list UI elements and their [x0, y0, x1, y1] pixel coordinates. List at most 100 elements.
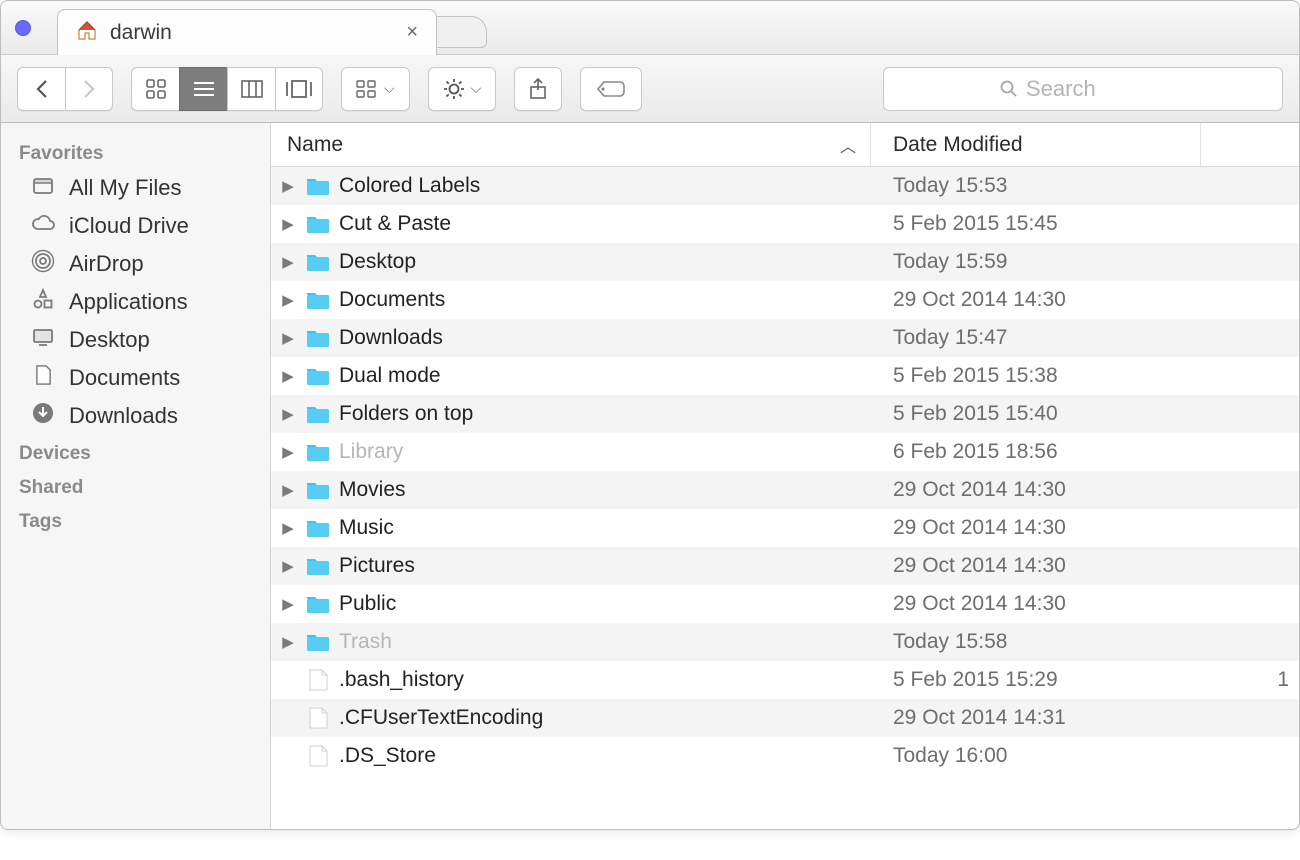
view-list-button[interactable] [179, 67, 227, 111]
tab-current[interactable]: darwin × [57, 9, 437, 55]
search-field[interactable] [883, 67, 1283, 111]
sidebar-item-desktop[interactable]: Desktop [1, 321, 270, 359]
file-name: .CFUserTextEncoding [339, 706, 543, 730]
file-row[interactable]: ▶Folders on top5 Feb 2015 15:40 [271, 395, 1299, 433]
folder-icon [305, 289, 331, 311]
file-name: Trash [339, 630, 392, 654]
file-name: .bash_history [339, 668, 464, 692]
sidebar-item-downloads[interactable]: Downloads [1, 397, 270, 435]
cloud-icon [29, 211, 57, 241]
content: Favorites All My Files iCloud Drive AirDrop… [1, 123, 1299, 829]
arrange-button[interactable]: ⌵ [341, 67, 410, 111]
file-name: Library [339, 440, 403, 464]
sidebar: Favorites All My Files iCloud Drive AirDrop… [1, 123, 271, 829]
file-row[interactable]: ▶.DS_StoreToday 16:00 [271, 737, 1299, 775]
file-row[interactable]: ▶DesktopToday 15:59 [271, 243, 1299, 281]
toolbar: ⌵ ⌵ [1, 55, 1299, 123]
close-icon[interactable]: × [406, 21, 418, 44]
file-row[interactable]: ▶Pictures29 Oct 2014 14:30 [271, 547, 1299, 585]
file-date: Today 15:53 [871, 174, 1201, 198]
file-row[interactable]: ▶Cut & Paste5 Feb 2015 15:45 [271, 205, 1299, 243]
gear-icon [443, 78, 465, 100]
nav-buttons [17, 67, 113, 111]
sidebar-item-label: All My Files [69, 175, 181, 201]
file-name: Desktop [339, 250, 416, 274]
column-name-label: Name [287, 133, 343, 157]
disclosure-triangle-icon[interactable]: ▶ [279, 595, 297, 613]
view-columns-button[interactable] [227, 67, 275, 111]
column-date-label: Date Modified [893, 133, 1023, 157]
file-date: 29 Oct 2014 14:30 [871, 288, 1201, 312]
action-button[interactable]: ⌵ [428, 67, 497, 111]
disclosure-triangle-icon[interactable]: ▶ [279, 177, 297, 195]
folder-icon [305, 251, 331, 273]
tags-button[interactable] [580, 67, 642, 111]
file-row[interactable]: ▶Music29 Oct 2014 14:30 [271, 509, 1299, 547]
file-name: Pictures [339, 554, 415, 578]
file-row[interactable]: ▶Documents29 Oct 2014 14:30 [271, 281, 1299, 319]
disclosure-triangle-icon[interactable]: ▶ [279, 557, 297, 575]
sidebar-item-documents[interactable]: Documents [1, 359, 270, 397]
sidebar-item-airdrop[interactable]: AirDrop [1, 245, 270, 283]
chevron-down-icon: ⌵ [471, 80, 482, 97]
folder-icon [305, 213, 331, 235]
arrange-icon [356, 80, 378, 98]
file-name: Public [339, 592, 396, 616]
file-row[interactable]: ▶.bash_history5 Feb 2015 15:291 [271, 661, 1299, 699]
file-row[interactable]: ▶Dual mode5 Feb 2015 15:38 [271, 357, 1299, 395]
disclosure-triangle-icon[interactable]: ▶ [279, 633, 297, 651]
view-mode-buttons [131, 67, 323, 111]
column-name[interactable]: Name ︿ [271, 123, 871, 166]
disclosure-triangle-icon[interactable]: ▶ [279, 215, 297, 233]
grid-icon [146, 79, 166, 99]
file-icon [305, 745, 331, 767]
file-row[interactable]: ▶Movies29 Oct 2014 14:30 [271, 471, 1299, 509]
search-icon [1000, 80, 1018, 98]
chevron-down-icon: ⌵ [384, 80, 395, 97]
sidebar-section-header: Favorites [1, 135, 270, 169]
sidebar-item-all-my-files[interactable]: All My Files [1, 169, 270, 207]
file-row[interactable]: ▶DownloadsToday 15:47 [271, 319, 1299, 357]
new-tab-button[interactable] [431, 16, 487, 48]
chevron-left-icon [35, 79, 49, 99]
search-input[interactable] [1026, 76, 1166, 102]
file-row[interactable]: ▶ Colored Labels Today 15:53 [271, 167, 1299, 205]
file-name: Colored Labels [339, 174, 480, 198]
share-button[interactable] [514, 67, 562, 111]
tabstrip: darwin × [57, 1, 1299, 54]
file-icon [305, 669, 331, 691]
sidebar-item-label: Downloads [69, 403, 178, 429]
chevron-right-icon [82, 79, 96, 99]
disclosure-triangle-icon[interactable]: ▶ [279, 443, 297, 461]
view-icons-button[interactable] [131, 67, 179, 111]
desktop-icon [29, 325, 57, 355]
disclosure-triangle-icon[interactable]: ▶ [279, 253, 297, 271]
file-date: 29 Oct 2014 14:31 [871, 706, 1201, 730]
file-row[interactable]: ▶TrashToday 15:58 [271, 623, 1299, 661]
file-row[interactable]: ▶.CFUserTextEncoding29 Oct 2014 14:31 [271, 699, 1299, 737]
disclosure-triangle-icon[interactable]: ▶ [279, 519, 297, 537]
forward-button[interactable] [65, 67, 113, 111]
file-row[interactable]: ▶Library6 Feb 2015 18:56 [271, 433, 1299, 471]
sidebar-section-header: Tags [1, 503, 270, 537]
disclosure-triangle-icon[interactable]: ▶ [279, 481, 297, 499]
file-rows: ▶ Colored Labels Today 15:53 ▶Cut & Paste5 … [271, 167, 1299, 829]
view-coverflow-button[interactable] [275, 67, 323, 111]
tag-icon [596, 79, 626, 99]
disclosure-triangle-icon[interactable]: ▶ [279, 329, 297, 347]
share-icon [528, 78, 548, 100]
column-date[interactable]: Date Modified [871, 123, 1201, 166]
window-dot[interactable] [15, 20, 31, 36]
sidebar-item-label: AirDrop [69, 251, 144, 277]
disclosure-triangle-icon[interactable]: ▶ [279, 367, 297, 385]
disclosure-triangle-icon[interactable]: ▶ [279, 291, 297, 309]
file-name: Downloads [339, 326, 443, 350]
airdrop-icon [29, 249, 57, 279]
sidebar-item-icloud-drive[interactable]: iCloud Drive [1, 207, 270, 245]
disclosure-triangle-icon[interactable]: ▶ [279, 405, 297, 423]
back-button[interactable] [17, 67, 65, 111]
tab-title: darwin [110, 21, 172, 45]
file-row[interactable]: ▶Public29 Oct 2014 14:30 [271, 585, 1299, 623]
sidebar-item-applications[interactable]: Applications [1, 283, 270, 321]
file-date: 5 Feb 2015 15:40 [871, 402, 1201, 426]
